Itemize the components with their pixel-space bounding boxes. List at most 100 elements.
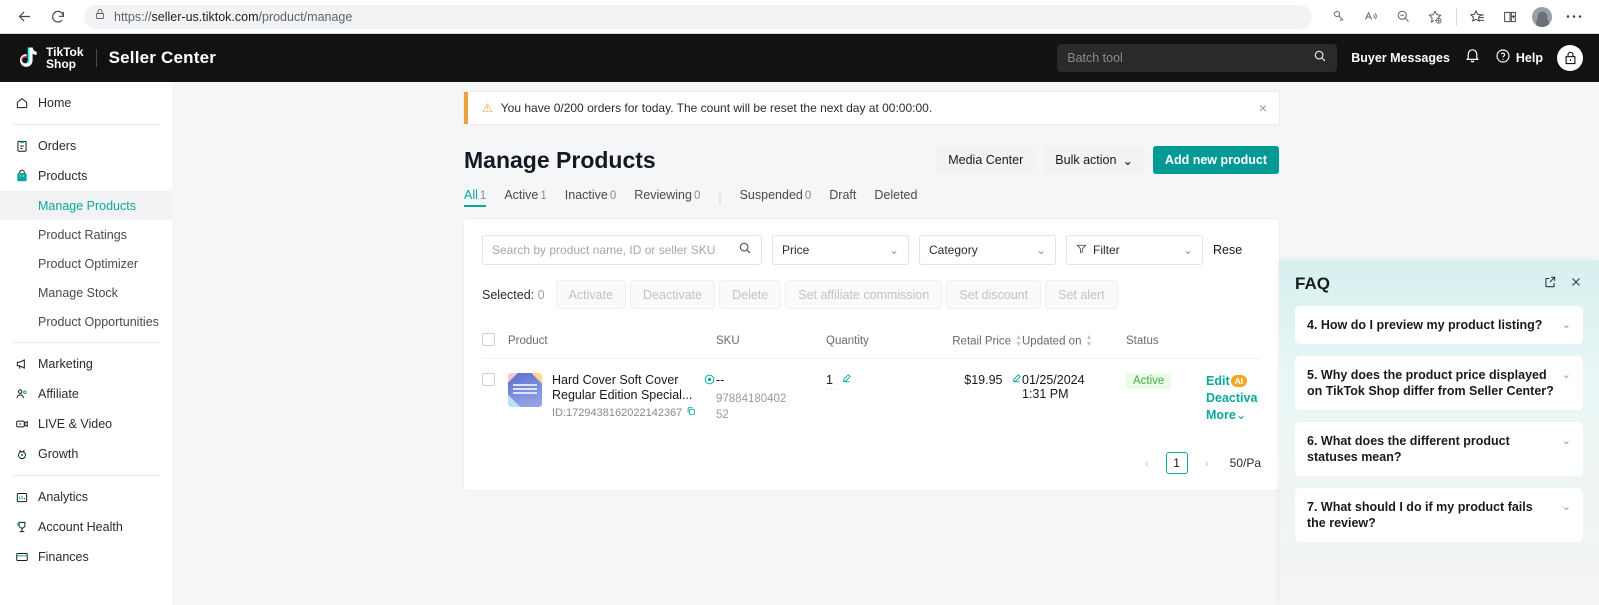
set-alert-button[interactable]: Set alert: [1046, 281, 1117, 308]
faq-item[interactable]: 7. What should I do if my product fails …: [1295, 488, 1583, 542]
faq-item[interactable]: 4. How do I preview my product listing? …: [1295, 306, 1583, 344]
tiktok-shop-logo[interactable]: TikTok Shop: [16, 46, 84, 70]
preview-eye-icon[interactable]: [703, 373, 716, 389]
chevron-down-icon[interactable]: ⌄: [1562, 434, 1571, 447]
batch-tool-input[interactable]: [1067, 51, 1314, 65]
tiktok-shop-wordmark: TikTok Shop: [46, 45, 84, 71]
browser-actions: [1324, 4, 1589, 30]
page-number-1[interactable]: 1: [1165, 452, 1188, 474]
sidebar-item-products[interactable]: Products: [0, 161, 172, 191]
status-badge: Active: [1126, 373, 1172, 389]
sidebar-item-analytics[interactable]: Analytics: [0, 482, 172, 512]
sidebar-item-manage-stock[interactable]: Manage Stock: [0, 278, 172, 307]
tab-active[interactable]: Active 1: [504, 188, 546, 207]
sidebar-item-product-optimizer[interactable]: Product Optimizer: [0, 249, 172, 278]
open-in-new-icon[interactable]: [1543, 275, 1557, 294]
chevron-down-icon[interactable]: ⌄: [1562, 318, 1571, 331]
search-icon[interactable]: [1313, 49, 1327, 68]
edit-pencil-icon[interactable]: [841, 373, 852, 387]
settings-more-icon[interactable]: [1559, 4, 1589, 30]
media-center-button[interactable]: Media Center: [936, 146, 1036, 174]
reload-icon[interactable]: [44, 3, 72, 31]
column-updated-on[interactable]: Updated on ▲ ▼: [1022, 324, 1126, 359]
sidebar-item-marketing[interactable]: Marketing: [0, 349, 172, 379]
chevron-right-icon[interactable]: ›: [1196, 452, 1218, 474]
edit-pencil-icon[interactable]: [1011, 373, 1022, 387]
sidebar-item-finances[interactable]: Finances: [0, 542, 172, 572]
faq-question: 4. How do I preview my product listing?: [1307, 318, 1543, 332]
sidebar-item-product-opportunities[interactable]: Product Opportunities: [0, 307, 172, 336]
profile-icon[interactable]: [1527, 4, 1557, 30]
faq-question: 7. What should I do if my product fails …: [1307, 500, 1533, 530]
marketing-megaphone-icon: [14, 357, 29, 372]
sidebar-item-manage-products[interactable]: Manage Products: [0, 191, 172, 220]
site-info-lock-icon[interactable]: [94, 7, 106, 26]
deactivate-button[interactable]: Deactivate: [631, 281, 715, 308]
shop-avatar-icon[interactable]: [1557, 45, 1583, 71]
zoom-out-icon[interactable]: [1388, 4, 1418, 30]
set-affiliate-commission-button[interactable]: Set affiliate commission: [786, 281, 942, 308]
product-search-box[interactable]: [482, 235, 762, 265]
tab-all[interactable]: All 1: [464, 188, 487, 207]
column-retail-price[interactable]: Retail Price ▲ ▼: [926, 324, 1022, 359]
help-button[interactable]: Help: [1495, 48, 1543, 69]
buyer-messages-button[interactable]: Buyer Messages: [1351, 51, 1450, 65]
bell-icon[interactable]: [1464, 47, 1481, 69]
more-filter[interactable]: Filter ⌄: [1066, 235, 1203, 265]
add-new-product-button[interactable]: Add new product: [1152, 146, 1279, 174]
collections-icon[interactable]: [1463, 4, 1493, 30]
product-name[interactable]: Hard Cover Soft Cover Regular Edition Sp…: [552, 373, 697, 403]
chevron-down-icon[interactable]: ⌄: [1562, 500, 1571, 513]
sidebar-item-product-ratings[interactable]: Product Ratings: [0, 220, 172, 249]
sidebar-label: Analytics: [38, 490, 89, 504]
search-icon[interactable]: [738, 241, 752, 260]
activate-button[interactable]: Activate: [556, 281, 626, 308]
deactivate-action[interactable]: Deactiva: [1206, 390, 1261, 407]
tab-draft[interactable]: Draft: [829, 188, 856, 207]
chevron-down-icon[interactable]: ⌄: [1562, 368, 1571, 381]
more-action[interactable]: More⌄: [1206, 407, 1261, 424]
key-icon[interactable]: [1324, 4, 1354, 30]
delete-button[interactable]: Delete: [720, 281, 781, 308]
batch-tool-search[interactable]: [1057, 44, 1338, 72]
tab-suspended[interactable]: Suspended 0: [740, 188, 812, 207]
pagination: ‹ 1 › 50/Pa: [482, 438, 1261, 490]
tab-reviewing[interactable]: Reviewing 0: [634, 188, 700, 207]
sidebar-item-orders[interactable]: Orders: [0, 131, 172, 161]
edit-action[interactable]: Edit AI: [1206, 373, 1261, 390]
set-discount-button[interactable]: Set discount: [947, 281, 1041, 308]
quantity-cell: 1 ⋯: [826, 359, 926, 439]
read-aloud-icon[interactable]: [1356, 4, 1386, 30]
sidebar-item-live-video[interactable]: LIVE & Video: [0, 409, 172, 439]
sidebar-divider: [12, 342, 160, 343]
add-favorite-icon[interactable]: [1420, 4, 1450, 30]
copy-icon[interactable]: [686, 406, 696, 419]
category-filter[interactable]: Category ⌄: [919, 235, 1056, 265]
sort-icon[interactable]: ▲ ▼: [1085, 334, 1092, 348]
address-bar[interactable]: https://seller-us.tiktok.com/product/man…: [84, 4, 1312, 29]
select-all-checkbox[interactable]: [482, 333, 495, 346]
close-icon[interactable]: ×: [1259, 100, 1267, 116]
faq-item[interactable]: 5. Why does the product price displayed …: [1295, 356, 1583, 410]
close-icon[interactable]: [1569, 275, 1583, 294]
page-size-selector[interactable]: 50/Pa: [1230, 456, 1261, 470]
tab-inactive[interactable]: Inactive 0: [565, 188, 617, 207]
tab-deleted[interactable]: Deleted: [874, 188, 917, 207]
sidebar-item-home[interactable]: Home: [0, 88, 172, 118]
price-filter[interactable]: Price ⌄: [772, 235, 909, 265]
search-input[interactable]: [492, 243, 738, 257]
reset-button[interactable]: Rese: [1213, 243, 1242, 257]
page-title: Manage Products: [464, 146, 656, 173]
row-checkbox[interactable]: [482, 373, 495, 386]
faq-item[interactable]: 6. What does the different product statu…: [1295, 422, 1583, 476]
sidebar-item-affiliate[interactable]: Affiliate: [0, 379, 172, 409]
product-thumbnail[interactable]: [508, 373, 542, 407]
chevron-left-icon[interactable]: ‹: [1136, 452, 1158, 474]
faq-title: FAQ: [1295, 274, 1330, 293]
split-screen-icon[interactable]: [1495, 4, 1525, 30]
back-arrow-icon[interactable]: [10, 3, 38, 31]
sidebar-item-growth[interactable]: Growth: [0, 439, 172, 469]
sidebar-item-account-health[interactable]: Account Health: [0, 512, 172, 542]
sort-icon[interactable]: ▲ ▼: [1015, 334, 1022, 348]
bulk-action-button[interactable]: Bulk action ⌄: [1043, 146, 1145, 174]
